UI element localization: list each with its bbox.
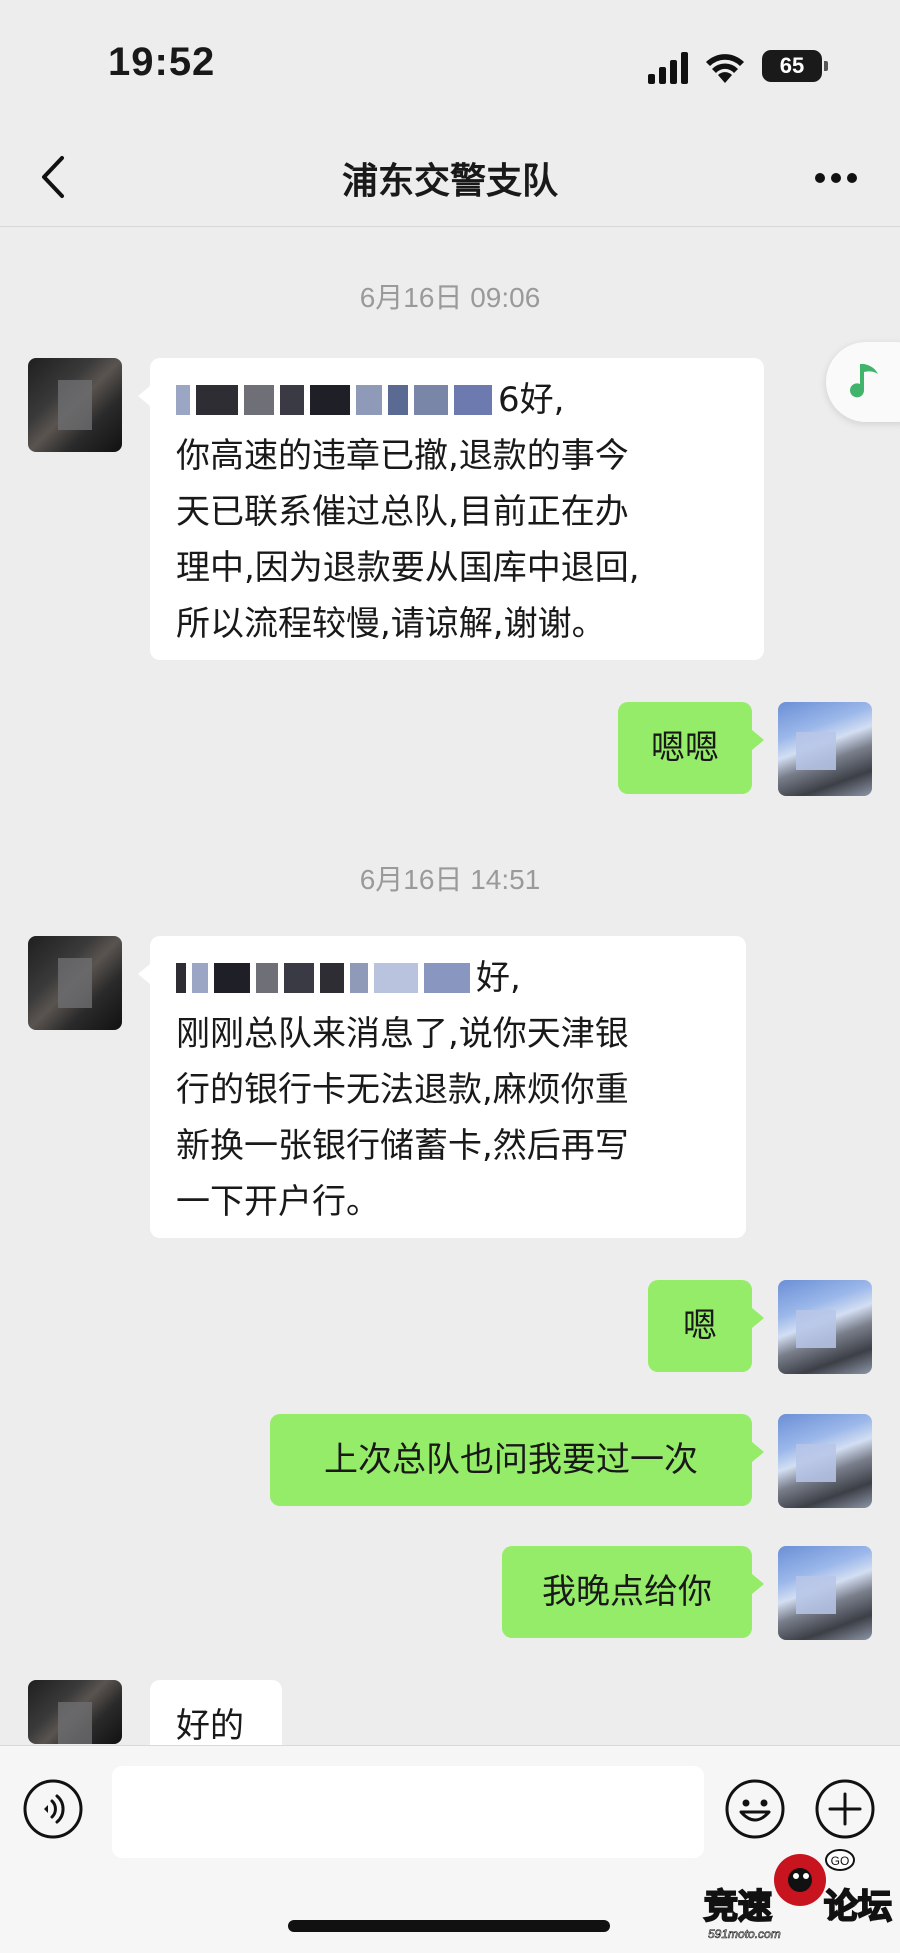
sender-avatar[interactable] (28, 1680, 122, 1744)
message-timestamp: 6月16日 14:51 (359, 864, 541, 895)
message-line: 一下开户行。 (176, 1182, 380, 1222)
message-line: 你高速的违章已撤,退款的事今 (176, 436, 629, 476)
message-bubble[interactable]: 好的 (150, 1680, 282, 1745)
self-avatar[interactable] (778, 1546, 872, 1640)
message-line: 刚刚总队来消息了,说你天津银 (176, 1014, 629, 1054)
message-bubble[interactable]: 上次总队也问我要过一次 (270, 1414, 764, 1506)
add-icon[interactable] (814, 1778, 876, 1840)
message-line: 天已联系催过总队,目前正在办 (176, 492, 629, 532)
self-avatar[interactable] (778, 1280, 872, 1374)
message-line: 新换一张银行储蓄卡,然后再写 (176, 1126, 629, 1166)
floating-music-button[interactable] (826, 342, 900, 422)
chat-title: 浦东交警支队 (341, 161, 558, 202)
self-avatar[interactable] (778, 1414, 872, 1508)
sender-avatar[interactable] (28, 358, 122, 452)
status-bar: 19:52 65 (0, 0, 900, 130)
blurred-name: 好, (176, 950, 720, 1006)
battery-indicator: 65 (762, 50, 828, 82)
voice-icon[interactable] (22, 1778, 84, 1840)
message-line: 理中,因为退款要从国库中退回, (176, 548, 640, 588)
svg-text:竞速: 竞速 (704, 1887, 772, 1927)
self-avatar[interactable] (778, 702, 872, 796)
message-line: 所以流程较慢,请谅解,谢谢。 (176, 604, 606, 644)
blurred-name: 6好, (176, 372, 738, 428)
message-bubble[interactable]: 我晚点给你 (502, 1546, 764, 1638)
cellular-signal-icon (648, 52, 688, 84)
message-bubble[interactable]: 好, 刚刚总队来消息了,说你天津银 行的银行卡无法退款,麻烦你重 新换一张银行储… (138, 936, 746, 1238)
more-icon[interactable] (812, 170, 860, 186)
music-note-icon (850, 364, 878, 398)
status-time: 19:52 (108, 40, 216, 84)
message-timestamp: 6月16日 09:06 (359, 282, 541, 313)
svg-text:591moto.com: 591moto.com (708, 1927, 781, 1941)
chat-header: 浦东交警支队 (0, 130, 900, 227)
message-input[interactable] (112, 1766, 704, 1858)
message-bubble[interactable]: 嗯 (648, 1280, 764, 1372)
forum-watermark-logo: GO 竞速 论坛 591moto.com (703, 1849, 893, 1941)
svg-text:论坛: 论坛 (824, 1887, 892, 1927)
message-line: 行的银行卡无法退款,麻烦你重 (176, 1070, 629, 1110)
message-bubble[interactable]: 6好, 你高速的违章已撤,退款的事今 天已联系催过总队,目前正在办 理中,因为退… (138, 358, 764, 660)
emoji-icon[interactable] (724, 1778, 786, 1840)
message-bubble[interactable]: 嗯嗯 (618, 702, 764, 794)
svg-text:GO: GO (831, 1854, 850, 1868)
sender-avatar[interactable] (28, 936, 122, 1030)
wifi-icon (706, 54, 744, 83)
home-indicator[interactable] (288, 1920, 610, 1932)
